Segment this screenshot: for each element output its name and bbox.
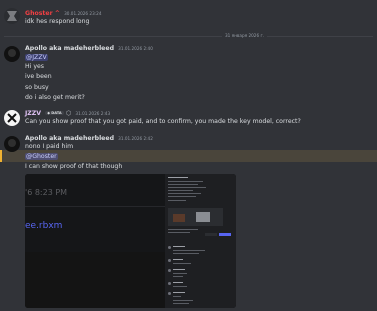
author-name[interactable]: Apollo aka madeherbleed 31.01.2026 2:40 [25,45,153,52]
image-attachment[interactable]: '6 8:23 PM ee.rbxm [25,174,236,308]
message-text: idk hes respond long [25,18,90,25]
mini-line [168,187,206,188]
mini-line [168,190,193,191]
attachment-left-panel: '6 8:23 PM ee.rbxm [25,174,165,308]
day-divider-label: 31 января 2026 г. [222,33,267,38]
mini-line [168,229,198,230]
shield-icon: ⬡ [65,110,72,117]
mini-line [173,246,185,247]
avatar[interactable] [4,110,20,126]
author-label[interactable]: Ghoster [25,10,53,17]
attachment-timestamp-text: '6 8:23 PM [25,188,68,197]
author-label[interactable]: JZZV [25,110,41,117]
author-name[interactable]: JZZV ◆ DATA ⬡ 31.01.2026 2:43 [25,110,110,117]
timestamp: 31.01.2026 2:42 [118,136,153,141]
mini-line [168,181,203,182]
author-label[interactable]: Apollo aka madeherbleed [25,135,114,142]
mini-line [173,276,183,277]
badge-icon: ^ [54,10,60,17]
mini-line [173,263,191,264]
mini-avatar [168,292,171,295]
attachment-left-bottom [25,252,165,308]
attachment-divider [25,206,165,207]
user-mention[interactable]: @Ghoster [25,153,58,160]
mini-line [173,300,193,301]
mini-line [168,200,186,201]
timestamp: 31.01.2026 2:43 [75,111,111,116]
mini-avatar [168,259,171,262]
mini-line [173,259,183,260]
mini-line [168,184,198,185]
mini-line [173,303,189,304]
mini-avatar [168,269,171,272]
mini-line [173,282,183,283]
mini-line [168,193,201,194]
message-text: nono I paid him [25,143,74,150]
author-name[interactable]: Apollo aka madeherbleed 31.01.2026 2:42 [25,135,153,142]
message-text: so busy [25,84,49,91]
mini-line [173,286,187,287]
mini-line [173,292,185,293]
mini-avatar [168,282,171,285]
message-text: Can you show proof that you got paid, an… [25,118,301,125]
mini-image [168,208,223,226]
message-text: do i also get merit? [25,94,85,101]
message-text: I can show proof of that though [25,163,123,170]
mini-line [173,253,199,254]
mini-line [168,177,188,178]
mini-line [173,269,185,270]
mini-button [219,233,231,236]
mini-line [168,196,196,197]
avatar[interactable] [4,136,20,152]
mini-avatar [168,246,171,249]
author-label[interactable]: Apollo aka madeherbleed [25,45,114,52]
avatar[interactable] [4,46,20,62]
mini-button [205,233,217,236]
mini-line [173,273,187,274]
server-tag-label: DATA [51,111,62,115]
mini-line [173,296,181,297]
message-text: ive been [25,73,52,80]
message-text: Hi yes [25,63,45,70]
mini-line [168,232,190,233]
timestamp: 30.01.2026 23:24 [64,11,102,16]
attachment-file-text: ee.rbxm [25,221,63,231]
user-mention[interactable]: @JZZV [25,54,48,61]
avatar[interactable] [4,8,20,24]
timestamp: 31.01.2026 2:40 [118,46,153,51]
author-name[interactable]: Ghoster ^ 30.01.2026 23:24 [25,10,102,17]
server-tag: ◆ DATA [45,111,64,115]
attachment-chat-panel [165,174,236,308]
day-divider [4,36,373,37]
mini-line [173,250,205,251]
